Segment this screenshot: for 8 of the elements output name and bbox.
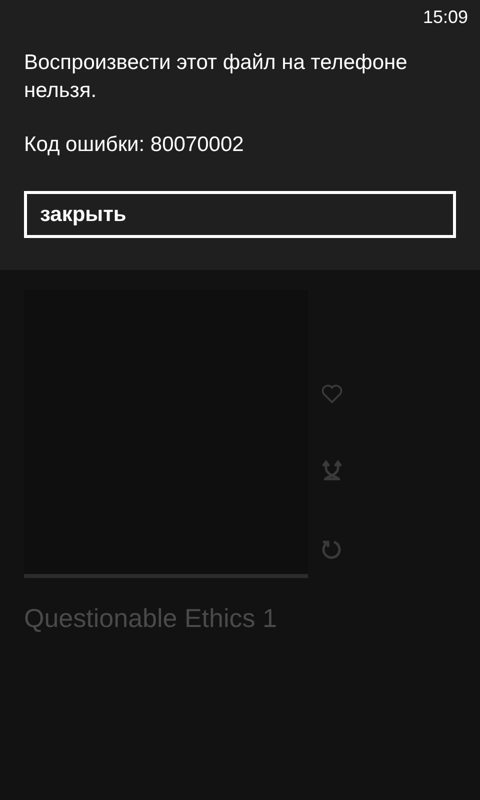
track-title: Questionable Ethics 1 — [24, 602, 278, 635]
error-code: Код ошибки: 80070002 — [23, 132, 245, 158]
repeat-icon[interactable] — [320, 538, 344, 562]
error-message: Воспроизвести этот файл на телефоне нельзя. — [23, 50, 408, 104]
clock-time: 15:09 — [422, 6, 468, 29]
heart-icon[interactable] — [321, 384, 343, 404]
close-button[interactable]: закрыть — [24, 191, 456, 238]
shuffle-icon[interactable] — [321, 460, 343, 482]
